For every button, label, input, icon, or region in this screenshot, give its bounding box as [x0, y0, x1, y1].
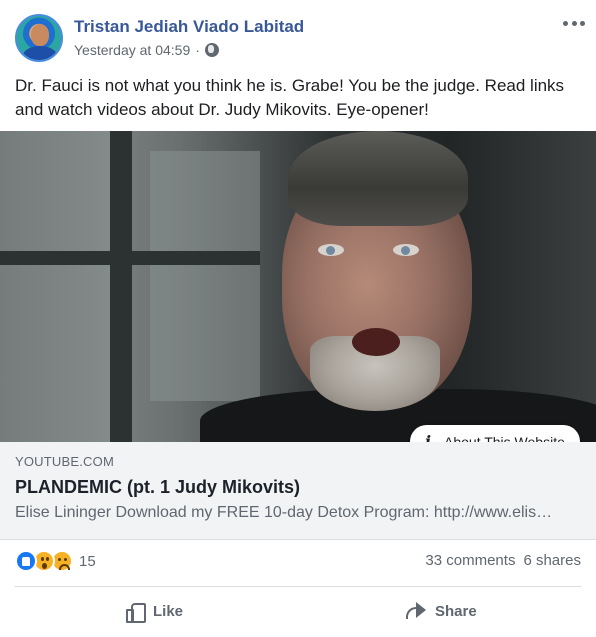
more-dot: [563, 20, 568, 26]
author-avatar[interactable]: [15, 14, 63, 62]
more-dot: [571, 20, 577, 26]
video-thumbnail[interactable]: [0, 131, 596, 442]
like-label: Like: [153, 602, 184, 620]
window-frame: [110, 131, 132, 442]
globe-icon[interactable]: [204, 43, 219, 57]
more-options-icon[interactable]: [563, 12, 585, 34]
subject-hair: [288, 131, 468, 226]
post-message-line: Dr. Fauci is not what you think he is. G…: [15, 76, 565, 95]
more-dot: [580, 20, 585, 26]
post-message: Dr. Fauci is not what you think he is. G…: [15, 74, 585, 122]
engagement-stats: 33 comments 6 shares: [425, 552, 581, 569]
post-timestamp[interactable]: Yesterday at 04:59: [74, 42, 190, 58]
share-label: Share: [435, 602, 477, 620]
actions-divider: [15, 586, 581, 587]
comments-count-link[interactable]: 33 comments: [425, 552, 515, 569]
post-meta: Yesterday at 04:59 ·: [74, 42, 219, 58]
reactions-summary[interactable]: 15: [15, 548, 96, 574]
share-button[interactable]: Share: [405, 595, 477, 627]
thumbs-up-icon: [125, 601, 146, 623]
link-description: Elise Lininger Download my FREE 10-day D…: [15, 504, 553, 521]
facebook-post: Tristan Jediah Viado Labitad Yesterday a…: [0, 0, 596, 637]
window-frame: [0, 251, 260, 265]
separator-dot: ·: [195, 42, 200, 58]
link-domain: YOUTUBE.COM: [15, 454, 114, 469]
background-window: [0, 131, 110, 442]
share-arrow-icon: [405, 601, 427, 621]
subject-eye: [318, 244, 344, 256]
link-title: PLANDEMIC (pt. 1 Judy Mikovits): [15, 477, 301, 497]
like-button[interactable]: Like: [125, 595, 183, 627]
like-reaction-icon: [15, 550, 37, 572]
author-name[interactable]: Tristan Jediah Viado Labitad: [74, 17, 304, 37]
background-window: [150, 151, 260, 401]
link-preview[interactable]: YOUTUBE.COM PLANDEMIC (pt. 1 Judy Mikovi…: [0, 442, 596, 540]
shares-count-link[interactable]: 6 shares: [523, 552, 581, 569]
post-header: Tristan Jediah Viado Labitad Yesterday a…: [0, 0, 596, 64]
avatar-shirt: [23, 46, 57, 60]
reaction-count: 15: [79, 552, 96, 570]
subject-eye: [393, 244, 419, 256]
post-message-line: and watch videos about Dr. Judy Mikovits…: [15, 100, 429, 119]
avatar-face: [31, 24, 49, 46]
subject-mouth: [352, 328, 400, 356]
